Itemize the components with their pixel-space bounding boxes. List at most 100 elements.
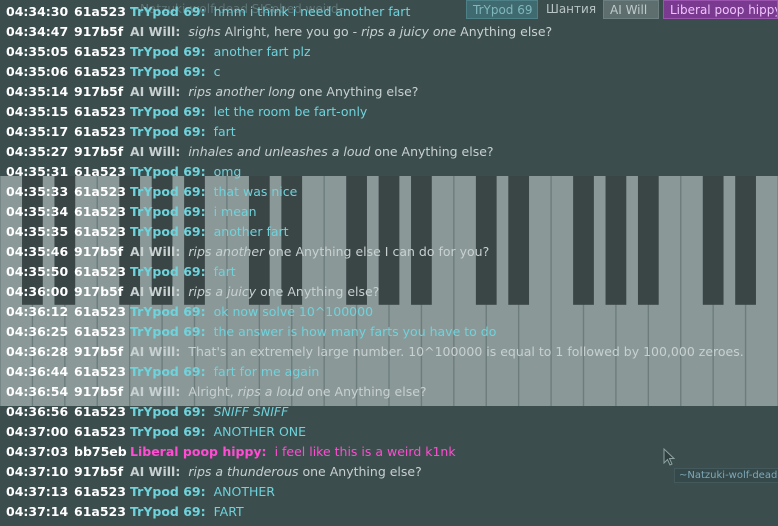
message-plain-text: c <box>213 64 221 79</box>
message-action-text: SNIFF SNIFF <box>213 404 289 419</box>
message-plain-text: the answer is how many farts you have to… <box>213 324 497 339</box>
message-timestamp: 04:35:05 <box>6 44 69 59</box>
message-user-id: 61a523 <box>74 424 126 439</box>
message-plain-text: hmm i think i need another fart <box>213 4 411 19</box>
message-timestamp: 04:35:06 <box>6 64 69 79</box>
message-action-text: rips a loud <box>237 384 304 399</box>
message-nickname[interactable]: TrYpod 69: <box>130 504 206 519</box>
message-plain-text: i mean <box>213 204 257 219</box>
message-nickname[interactable]: TrYpod 69: <box>130 364 206 379</box>
message-user-id: 917b5f <box>74 384 124 399</box>
message-nickname[interactable]: AI Will: <box>130 384 180 399</box>
message-nickname[interactable]: AI Will: <box>130 464 180 479</box>
message-nickname[interactable]: AI Will: <box>130 244 180 259</box>
message-nickname[interactable]: AI Will: <box>130 344 180 359</box>
message-nickname[interactable]: TrYpod 69: <box>130 264 206 279</box>
message-nickname[interactable]: AI Will: <box>130 84 180 99</box>
message-user-id: 61a523 <box>74 484 126 499</box>
message-user-id: 61a523 <box>74 404 126 419</box>
chat-message: 04:35:15 61a523 TrYpod 69: let the room be … <box>6 102 778 122</box>
message-text: Alright, rips a loud one Anything else? <box>188 384 426 399</box>
message-text: omg <box>214 164 242 179</box>
message-text: fart <box>214 264 236 279</box>
message-plain-text: omg <box>213 164 242 179</box>
message-user-id: 917b5f <box>74 144 124 159</box>
message-nickname[interactable]: TrYpod 69: <box>130 164 206 179</box>
message-action-text: rips a thunderous <box>188 464 299 479</box>
message-timestamp: 04:35:31 <box>6 164 69 179</box>
message-timestamp: 04:36:54 <box>6 384 69 399</box>
message-text: rips another long one Anything else? <box>188 84 418 99</box>
message-plain-text: Alright, here you go - <box>220 24 362 39</box>
chat-message: 04:35:33 61a523 TrYpod 69: that was nice <box>6 182 778 202</box>
message-nickname[interactable]: TrYpod 69: <box>130 324 206 339</box>
message-nickname[interactable]: Liberal poop hippy: <box>130 444 267 459</box>
chat-message: 04:34:30 61a523 TrYpod 69: hmm i think i ne… <box>6 2 778 22</box>
message-nickname[interactable]: TrYpod 69: <box>130 484 206 499</box>
message-timestamp: 04:34:30 <box>6 4 69 19</box>
message-text: that was nice <box>214 184 298 199</box>
chat-message: 04:36:54 917b5f AI Will: Alright, rips a lo… <box>6 382 778 402</box>
message-plain-text: Alright, <box>188 384 238 399</box>
message-nickname[interactable]: TrYpod 69: <box>130 44 206 59</box>
message-timestamp: 04:35:14 <box>6 84 69 99</box>
chat-message: 04:36:44 61a523 TrYpod 69: fart for me agai… <box>6 362 778 382</box>
message-timestamp: 04:37:13 <box>6 484 69 499</box>
message-timestamp: 04:36:44 <box>6 364 69 379</box>
chat-message: 04:35:17 61a523 TrYpod 69: fart <box>6 122 778 142</box>
message-nickname[interactable]: TrYpod 69: <box>130 304 206 319</box>
message-plain-text: one Anything else? <box>256 284 380 299</box>
message-user-id: 917b5f <box>74 84 124 99</box>
chat-message: 04:35:34 61a523 TrYpod 69: i mean <box>6 202 778 222</box>
message-action-text: rips another long <box>188 84 296 99</box>
message-plain-text: ANOTHER ONE <box>213 424 307 439</box>
mouse-cursor-icon <box>663 448 676 466</box>
message-user-id: 917b5f <box>74 284 124 299</box>
message-user-id: 61a523 <box>74 364 126 379</box>
chat-message: 04:37:00 61a523 TrYpod 69: ANOTHER ONE <box>6 422 778 442</box>
message-text: rips a juicy one Anything else? <box>188 284 379 299</box>
chat-message: 04:35:31 61a523 TrYpod 69: omg <box>6 162 778 182</box>
message-nickname[interactable]: TrYpod 69: <box>130 404 206 419</box>
message-text: ok now solve 10^100000 <box>214 304 373 319</box>
message-timestamp: 04:36:56 <box>6 404 69 419</box>
chat-message: 04:35:46 917b5f AI Will: rips another one A… <box>6 242 778 262</box>
message-user-id: 61a523 <box>74 164 126 179</box>
message-text: SNIFF SNIFF <box>214 404 289 419</box>
message-nickname[interactable]: TrYpod 69: <box>130 104 206 119</box>
message-nickname[interactable]: AI Will: <box>130 284 180 299</box>
message-nickname[interactable]: TrYpod 69: <box>130 224 206 239</box>
message-nickname[interactable]: TrYpod 69: <box>130 204 206 219</box>
message-action-text: rips a juicy one <box>361 24 457 39</box>
message-nickname[interactable]: AI Will: <box>130 144 180 159</box>
chat-message: 04:37:14 61a523 TrYpod 69: FART <box>6 502 778 522</box>
message-text: fart <box>214 124 236 139</box>
message-nickname[interactable]: TrYpod 69: <box>130 64 206 79</box>
message-plain-text: fart <box>213 124 236 139</box>
message-timestamp: 04:35:33 <box>6 184 69 199</box>
message-nickname[interactable]: TrYpod 69: <box>130 424 206 439</box>
message-plain-text: another fart plz <box>213 44 311 59</box>
message-user-id: 61a523 <box>74 104 126 119</box>
message-timestamp: 04:37:00 <box>6 424 69 439</box>
message-text: sighs Alright, here you go - rips a juic… <box>188 24 552 39</box>
message-plain-text: one Anything else? <box>303 384 427 399</box>
message-nickname[interactable]: TrYpod 69: <box>130 184 206 199</box>
message-text: inhales and unleashes a loud one Anythin… <box>188 144 493 159</box>
message-timestamp: 04:35:35 <box>6 224 69 239</box>
message-timestamp: 04:35:46 <box>6 244 69 259</box>
chat-message: 04:36:28 917b5f AI Will: That's an extremel… <box>6 342 778 362</box>
message-nickname[interactable]: AI Will: <box>130 24 180 39</box>
message-text: rips another one Anything else I can do … <box>188 244 489 259</box>
message-action-text: inhales and unleashes a loud <box>188 144 371 159</box>
message-plain-text: Anything else? <box>456 24 553 39</box>
message-nickname[interactable]: TrYpod 69: <box>130 4 206 19</box>
chat-message: 04:36:00 917b5f AI Will: rips a juicy one A… <box>6 282 778 302</box>
chat-message: 04:35:14 917b5f AI Will: rips another long … <box>6 82 778 102</box>
message-text: c <box>214 64 221 79</box>
message-user-id: 61a523 <box>74 304 126 319</box>
chat-message: 04:35:27 917b5f AI Will: inhales and unleas… <box>6 142 778 162</box>
message-timestamp: 04:36:12 <box>6 304 69 319</box>
message-nickname[interactable]: TrYpod 69: <box>130 124 206 139</box>
message-plain-text: ok now solve 10^100000 <box>213 304 374 319</box>
